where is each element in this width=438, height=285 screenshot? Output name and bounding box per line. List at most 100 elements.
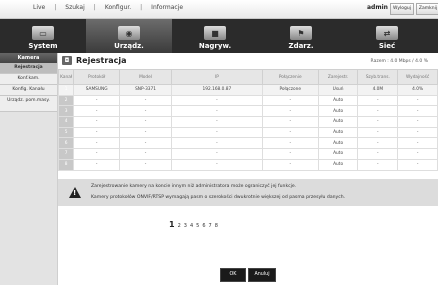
cell-bitrate: - xyxy=(357,158,399,171)
menu-live[interactable]: Live xyxy=(24,4,54,11)
table-row[interactable]: 7 - - - - Auto - - xyxy=(57,148,438,160)
table-row[interactable]: 5 - - - - Auto - - xyxy=(57,126,438,139)
tab-system[interactable]: ▭ System xyxy=(0,19,86,53)
cell-connection: - xyxy=(261,94,319,107)
menu-setup[interactable]: Konfigur. xyxy=(96,4,140,11)
main-panel: ◘ Rejestracja Razem : 4.0 Mbps / 4.0 % K… xyxy=(57,53,438,285)
cell-channel: 1 xyxy=(57,84,75,96)
cell-performance: - xyxy=(397,137,438,150)
system-icon: ▭ xyxy=(32,26,54,40)
cell-model: - xyxy=(119,94,173,107)
menu-search[interactable]: Szukaj xyxy=(56,4,93,11)
sidebar-item-camera-setup[interactable]: Konf.kam. xyxy=(0,74,57,85)
cancel-button[interactable]: Anuluj xyxy=(248,268,276,282)
cell-bitrate: - xyxy=(357,94,399,107)
main-nav: ▭ System ◉ Urządz. ■ Nagryw. ⚑ Zdarz. ⇄ … xyxy=(0,19,438,53)
cell-ip: - xyxy=(171,137,263,150)
ok-button[interactable]: OK xyxy=(220,268,246,282)
tab-event[interactable]: ⚑ Zdarz. xyxy=(258,19,344,53)
cell-registered-button[interactable]: Auto xyxy=(317,105,359,118)
cell-protocol: - xyxy=(73,116,121,128)
cell-connection: - xyxy=(261,148,319,160)
page-link[interactable]: 2 xyxy=(178,223,181,229)
table-row[interactable]: 8 - - - - Auto - - xyxy=(57,158,438,171)
cell-registered-button[interactable]: Usuń xyxy=(317,84,359,96)
page-link[interactable]: 3 xyxy=(184,223,187,229)
col-registered: Zarejestr. xyxy=(317,69,359,85)
cell-connection: - xyxy=(261,158,319,171)
col-bitrate: Szyb.trans. xyxy=(357,69,399,85)
page-link[interactable]: 4 xyxy=(190,223,193,229)
cell-model: - xyxy=(119,105,173,118)
cell-channel: 4 xyxy=(57,116,75,128)
cell-registered-button[interactable]: Auto xyxy=(317,158,359,171)
menu-info[interactable]: Informacje xyxy=(142,4,192,11)
cell-protocol: - xyxy=(73,105,121,118)
cell-bitrate: - xyxy=(357,126,399,139)
top-menu: Live | Szukaj | Konfigur. | Informacje xyxy=(24,4,192,11)
cell-registered-button[interactable]: Auto xyxy=(317,94,359,107)
cell-bitrate: - xyxy=(357,116,399,128)
table-row[interactable]: 6 - - - - Auto - - xyxy=(57,137,438,150)
cell-model: - xyxy=(119,116,173,128)
cell-registered-button[interactable]: Auto xyxy=(317,116,359,128)
cell-performance: - xyxy=(397,105,438,118)
bandwidth-total: Razem : 4.0 Mbps / 4.0 % xyxy=(370,59,428,64)
cell-protocol: - xyxy=(73,137,121,150)
page-link[interactable]: 8 xyxy=(215,223,218,229)
logout-button[interactable]: Wyloguj xyxy=(390,3,414,15)
cell-protocol: - xyxy=(73,94,121,107)
cell-registered-button[interactable]: Auto xyxy=(317,137,359,150)
col-model: Model xyxy=(119,69,173,85)
cell-connection: - xyxy=(261,116,319,128)
col-performance: Wydajność xyxy=(397,69,438,85)
col-protocol: Protokół xyxy=(73,69,121,85)
cell-ip: - xyxy=(171,158,263,171)
cell-registered-button[interactable]: Auto xyxy=(317,148,359,160)
table-row[interactable]: 1 SAMSUNG SNP-3371 192.168.0.87 Połączon… xyxy=(57,84,438,96)
tab-network[interactable]: ⇄ Sieć xyxy=(344,19,430,53)
cell-model: - xyxy=(119,137,173,150)
col-ip: IP xyxy=(171,69,263,85)
table-row[interactable]: 3 - - - - Auto - - xyxy=(57,105,438,118)
camera-table: Kanał Protokół Model IP Połączenie Zarej… xyxy=(57,69,438,171)
sidebar-header: Kamera xyxy=(0,53,57,63)
tab-label: Sieć xyxy=(378,42,396,50)
cell-bitrate: - xyxy=(357,137,399,150)
record-icon: ■ xyxy=(204,26,226,40)
page-link[interactable]: 7 xyxy=(209,223,212,229)
page-link-current[interactable]: 1 xyxy=(169,220,175,229)
cell-channel: 3 xyxy=(57,105,75,118)
cell-performance: - xyxy=(397,116,438,128)
shutdown-button[interactable]: Zamknij xyxy=(416,3,438,15)
cell-bitrate: 4.0M xyxy=(357,84,399,96)
col-connection: Połączenie xyxy=(261,69,319,85)
top-bar: Live | Szukaj | Konfigur. | Informacje a… xyxy=(0,0,438,19)
warning-box: ! Zarejestrowanie kamery na koncie innym… xyxy=(58,179,438,206)
tab-record[interactable]: ■ Nagryw. xyxy=(172,19,258,53)
tab-label: Nagryw. xyxy=(198,42,232,50)
device-icon: ◉ xyxy=(118,26,140,40)
sidebar-item-channel-config[interactable]: Konfig. Kanału xyxy=(0,85,57,96)
cell-performance: - xyxy=(397,126,438,139)
tab-label: System xyxy=(28,42,58,50)
page-link[interactable]: 6 xyxy=(202,223,205,229)
cell-ip: - xyxy=(171,94,263,107)
cell-performance: - xyxy=(397,94,438,107)
cell-model: - xyxy=(119,158,173,171)
sidebar-item-auxiliary[interactable]: Urządz. pom.masy. xyxy=(0,96,57,112)
cell-protocol: - xyxy=(73,148,121,160)
cell-ip: - xyxy=(171,116,263,128)
cell-ip: - xyxy=(171,126,263,139)
cell-model: SNP-3371 xyxy=(119,84,173,96)
page-link[interactable]: 5 xyxy=(196,223,199,229)
cell-channel: 2 xyxy=(57,94,75,107)
cell-connection: - xyxy=(261,105,319,118)
table-row[interactable]: 4 - - - - Auto - - xyxy=(57,116,438,128)
tab-device[interactable]: ◉ Urządz. xyxy=(86,19,172,53)
sidebar-item-registration[interactable]: Rejestracja xyxy=(0,63,57,74)
table-row[interactable]: 2 - - - - Auto - - xyxy=(57,94,438,107)
cell-registered-button[interactable]: Auto xyxy=(317,126,359,139)
cell-connection: Połączone xyxy=(261,84,319,96)
cell-channel: 5 xyxy=(57,126,75,139)
